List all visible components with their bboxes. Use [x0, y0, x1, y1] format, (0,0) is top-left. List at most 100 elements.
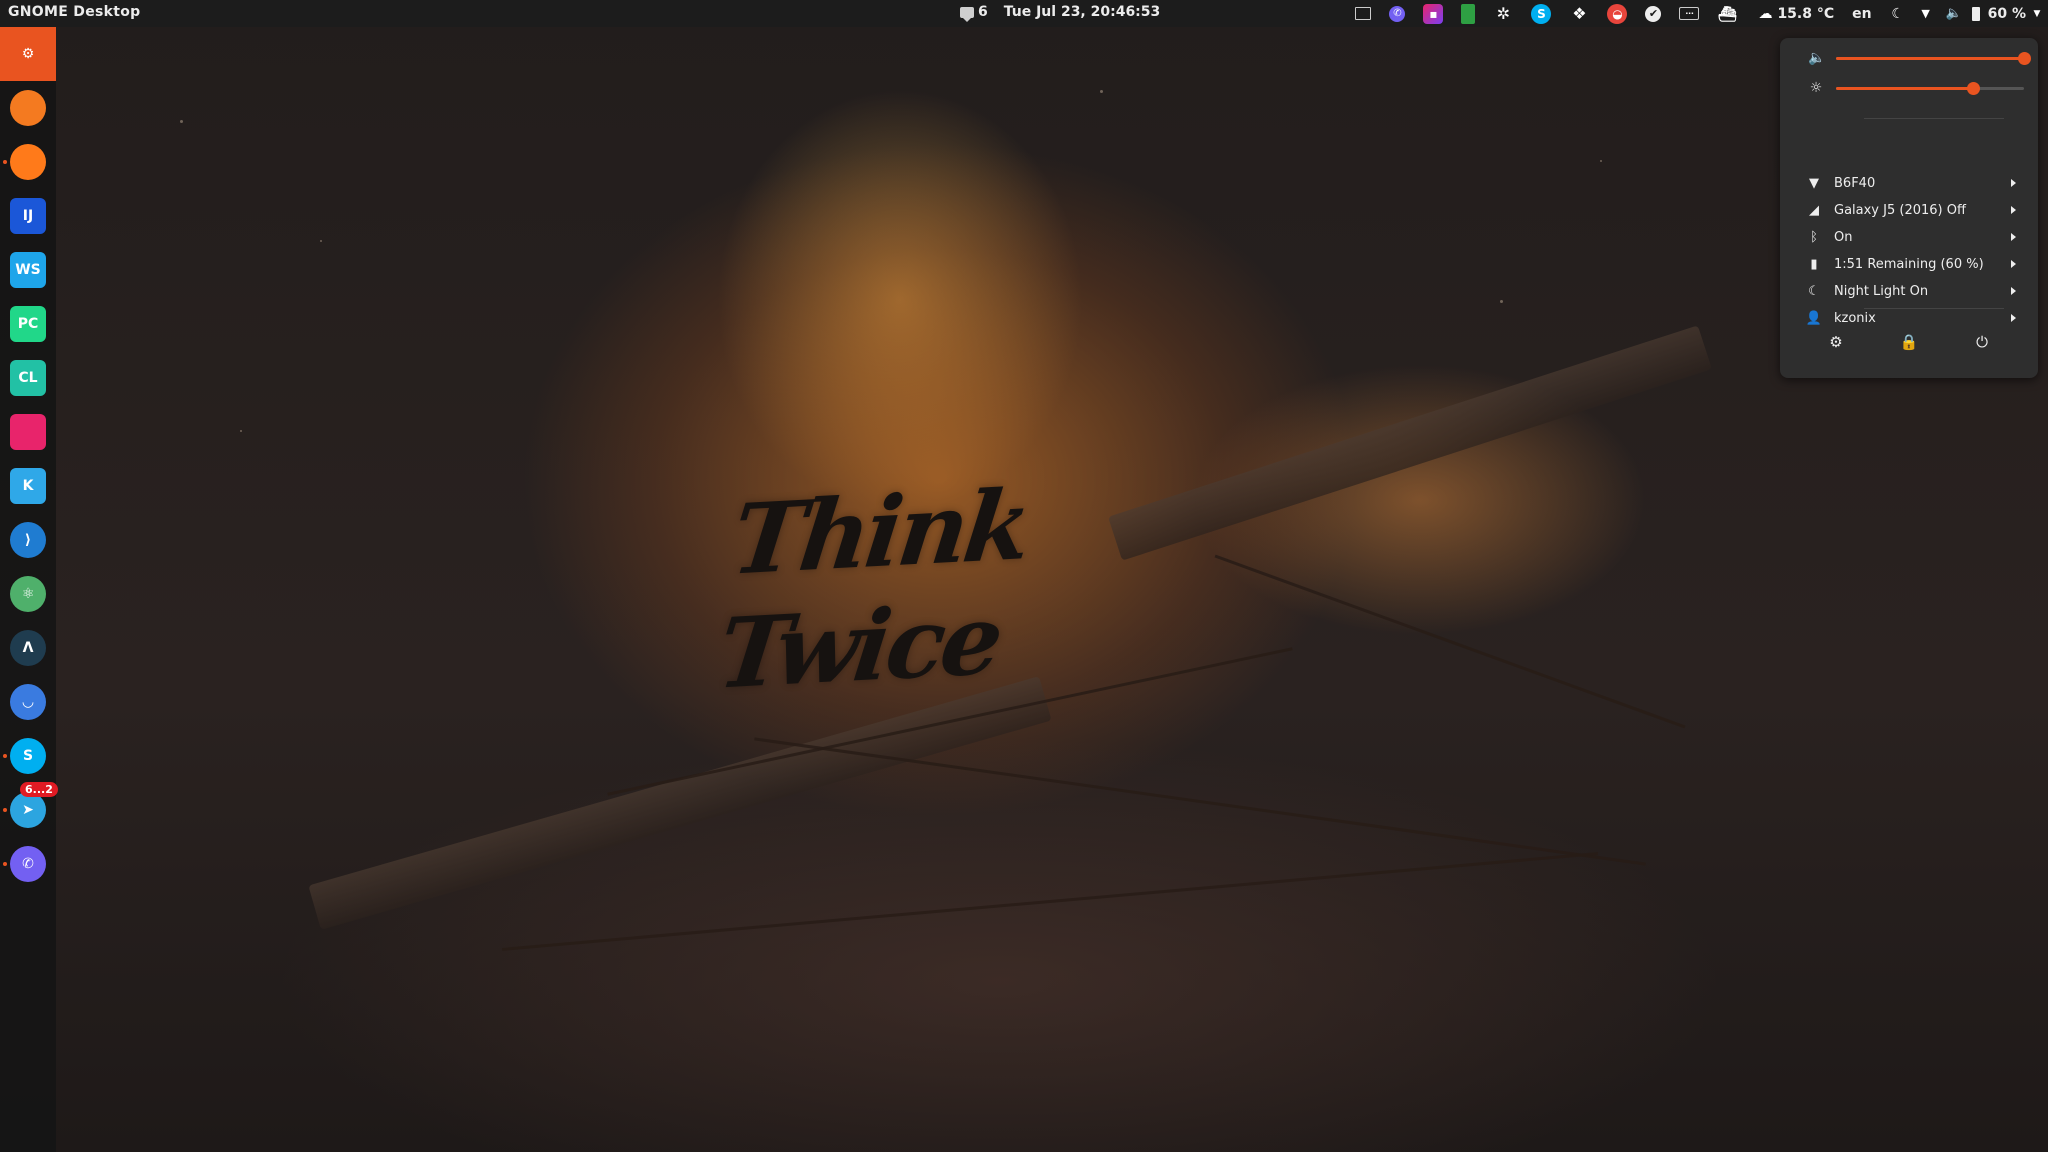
webstorm-icon: WS — [10, 252, 46, 288]
brightness-track[interactable] — [1836, 81, 2024, 95]
wallpaper-ember — [1600, 160, 1602, 162]
settings-button[interactable]: ⚙ — [1824, 330, 1848, 354]
volume-track[interactable] — [1836, 51, 2031, 65]
volume-slider[interactable]: 🔈 — [1808, 48, 2031, 68]
separator — [1864, 118, 2004, 119]
menu-row-mobile-signal[interactable]: ◢ Galaxy J5 (2016) Off — [1800, 197, 2020, 223]
dock-item[interactable]: K — [8, 466, 48, 506]
skype-tray-icon[interactable]: S — [1531, 3, 1552, 24]
top-bar: GNOME Desktop 6 Tue Jul 23, 20:46:53 ✆ ▪… — [0, 0, 2048, 27]
user-icon: 👤 — [1805, 310, 1823, 326]
menu-row-label: Galaxy J5 (2016) Off — [1834, 202, 1966, 218]
dock-item[interactable]: CL — [8, 358, 48, 398]
keyboard-icon[interactable]: ⋯ — [1679, 7, 1700, 20]
wallpaper-title-text: Think Twice — [712, 467, 1034, 711]
chevron-right-icon — [2011, 260, 2016, 268]
slack-icon[interactable]: ✲ — [1493, 4, 1513, 24]
dock-item[interactable]: IJ — [8, 196, 48, 236]
unread-badge: 6...2 — [20, 782, 58, 797]
dock-item[interactable]: S — [3, 736, 48, 776]
gear-icon: ⚙ — [1829, 333, 1843, 351]
atom-icon: ⚛ — [10, 576, 46, 612]
datetime-label: Tue Jul 23, 20:46:53 — [1003, 4, 1161, 20]
viber-tray-icon[interactable]: ✆ — [1389, 5, 1406, 22]
volume-knob[interactable] — [2018, 51, 2031, 65]
activities-button[interactable]: GNOME Desktop — [8, 4, 140, 20]
chevron-right-icon — [2011, 287, 2016, 295]
weather-temperature[interactable]: 15.8 °C — [1777, 6, 1834, 22]
system-menu: 🔈 ☼ ▼ B6F40 ◢ Galaxy J5 (2016) Off ᛒ On ▮ 1:51 … — [1780, 38, 2038, 378]
wifi-tray-icon[interactable]: ▼ — [1916, 4, 1936, 24]
volume-tray-icon[interactable]: 🔈 — [1944, 4, 1964, 24]
telegram-icon: ➤ — [10, 792, 46, 828]
check-icon[interactable]: ✔ — [1645, 5, 1662, 22]
bluetooth-icon: ᛒ — [1810, 229, 1818, 245]
chevron-right-icon — [2011, 233, 2016, 241]
running-indicator — [3, 160, 7, 164]
dock-item[interactable] — [8, 88, 48, 128]
menu-row-bluetooth[interactable]: ᛒ On — [1800, 224, 2020, 250]
viber-icon: ✆ — [10, 846, 46, 882]
notification-count: 6 — [978, 4, 988, 20]
night-light-tray-icon[interactable]: ☾ — [1888, 4, 1908, 24]
dock-item[interactable]: ➤ 6...2 — [3, 782, 58, 830]
wallpaper-ember — [1500, 300, 1503, 303]
dock-item[interactable]: ◡ — [8, 682, 48, 722]
brightness-knob[interactable] — [1967, 81, 1981, 95]
chevron-right-icon — [2011, 179, 2016, 187]
menu-row-battery[interactable]: ▮ 1:51 Remaining (60 %) — [1800, 251, 2020, 277]
battery-icon: ▮ — [1810, 256, 1818, 272]
pycharm-icon: PC — [10, 306, 46, 342]
wifi-icon: ▼ — [1809, 175, 1819, 191]
dock-item[interactable]: Λ — [8, 628, 48, 668]
volume-fill — [1836, 56, 2024, 60]
menu-row-label: 1:51 Remaining (60 %) — [1834, 256, 1984, 272]
brightness-fill — [1836, 86, 1974, 90]
menu-row-label: On — [1834, 229, 1853, 245]
power-icon: ⏻ — [1976, 333, 1988, 351]
wallpaper-ember — [240, 430, 242, 432]
battery-percent[interactable]: 60 % — [1988, 6, 2026, 22]
dock-item[interactable]: PC — [8, 304, 48, 344]
volume-icon: 🔈 — [1808, 50, 1826, 66]
running-indicator — [3, 862, 7, 866]
dropbox-icon[interactable]: ❖ — [1569, 4, 1589, 24]
dock-item[interactable] — [8, 412, 48, 452]
menu-row-label: B6F40 — [1834, 175, 1876, 191]
power-button[interactable]: ⏻ — [1970, 330, 1994, 354]
dock: ⚙ IJ WS PC CL K ⟩ ⚛ Λ ◡ S ➤ 6...2 ✆ — [0, 27, 58, 1152]
running-indicator — [3, 754, 7, 758]
wallpaper-ember — [1100, 90, 1103, 93]
menu-row-night-light[interactable]: ☾ Night Light On — [1800, 278, 2020, 304]
firefox-icon — [10, 144, 46, 180]
wallpaper-branch — [501, 852, 1599, 951]
docker-icon[interactable]: ⛴ — [1717, 4, 1737, 24]
android-studio-icon: Λ — [10, 630, 46, 666]
chrome-remote-icon[interactable]: ◒ — [1607, 3, 1628, 24]
dock-item[interactable]: WS — [8, 250, 48, 290]
battery-tray-icon[interactable] — [1971, 6, 1980, 21]
screen-icon[interactable] — [1355, 7, 1372, 20]
dock-item[interactable] — [3, 142, 48, 182]
night-light-icon: ☾ — [1808, 283, 1820, 299]
dock-item[interactable]: ⟩ — [8, 520, 48, 560]
chevron-down-icon[interactable]: ▼ — [2032, 4, 2042, 24]
menu-row-label: kzonix — [1834, 310, 1876, 326]
running-indicator — [3, 808, 7, 812]
brightness-icon: ☼ — [1809, 80, 1823, 96]
wallpaper-ember — [180, 120, 183, 123]
jetbrains-toolbox-icon — [10, 414, 46, 450]
wallpaper-ember — [320, 240, 322, 242]
clock-button[interactable]: 6 Tue Jul 23, 20:46:53 — [960, 4, 1161, 22]
menu-row-wifi[interactable]: ▼ B6F40 — [1800, 170, 2020, 196]
brightness-slider[interactable]: ☼ — [1808, 78, 2024, 98]
weather-icon[interactable]: ☁ — [1755, 4, 1775, 24]
lock-button[interactable]: 🔒 — [1897, 330, 1921, 354]
dock-item[interactable]: ✆ — [3, 844, 48, 884]
green-tray-icon[interactable] — [1461, 3, 1476, 24]
shopping-bag-icon: ◡ — [10, 684, 46, 720]
dock-item[interactable]: ⚛ — [8, 574, 48, 614]
dock-item[interactable]: ⚙ — [8, 34, 48, 74]
keyboard-layout[interactable]: en — [1852, 6, 1871, 22]
jetbrains-tray-icon[interactable]: ▪ — [1423, 3, 1444, 24]
